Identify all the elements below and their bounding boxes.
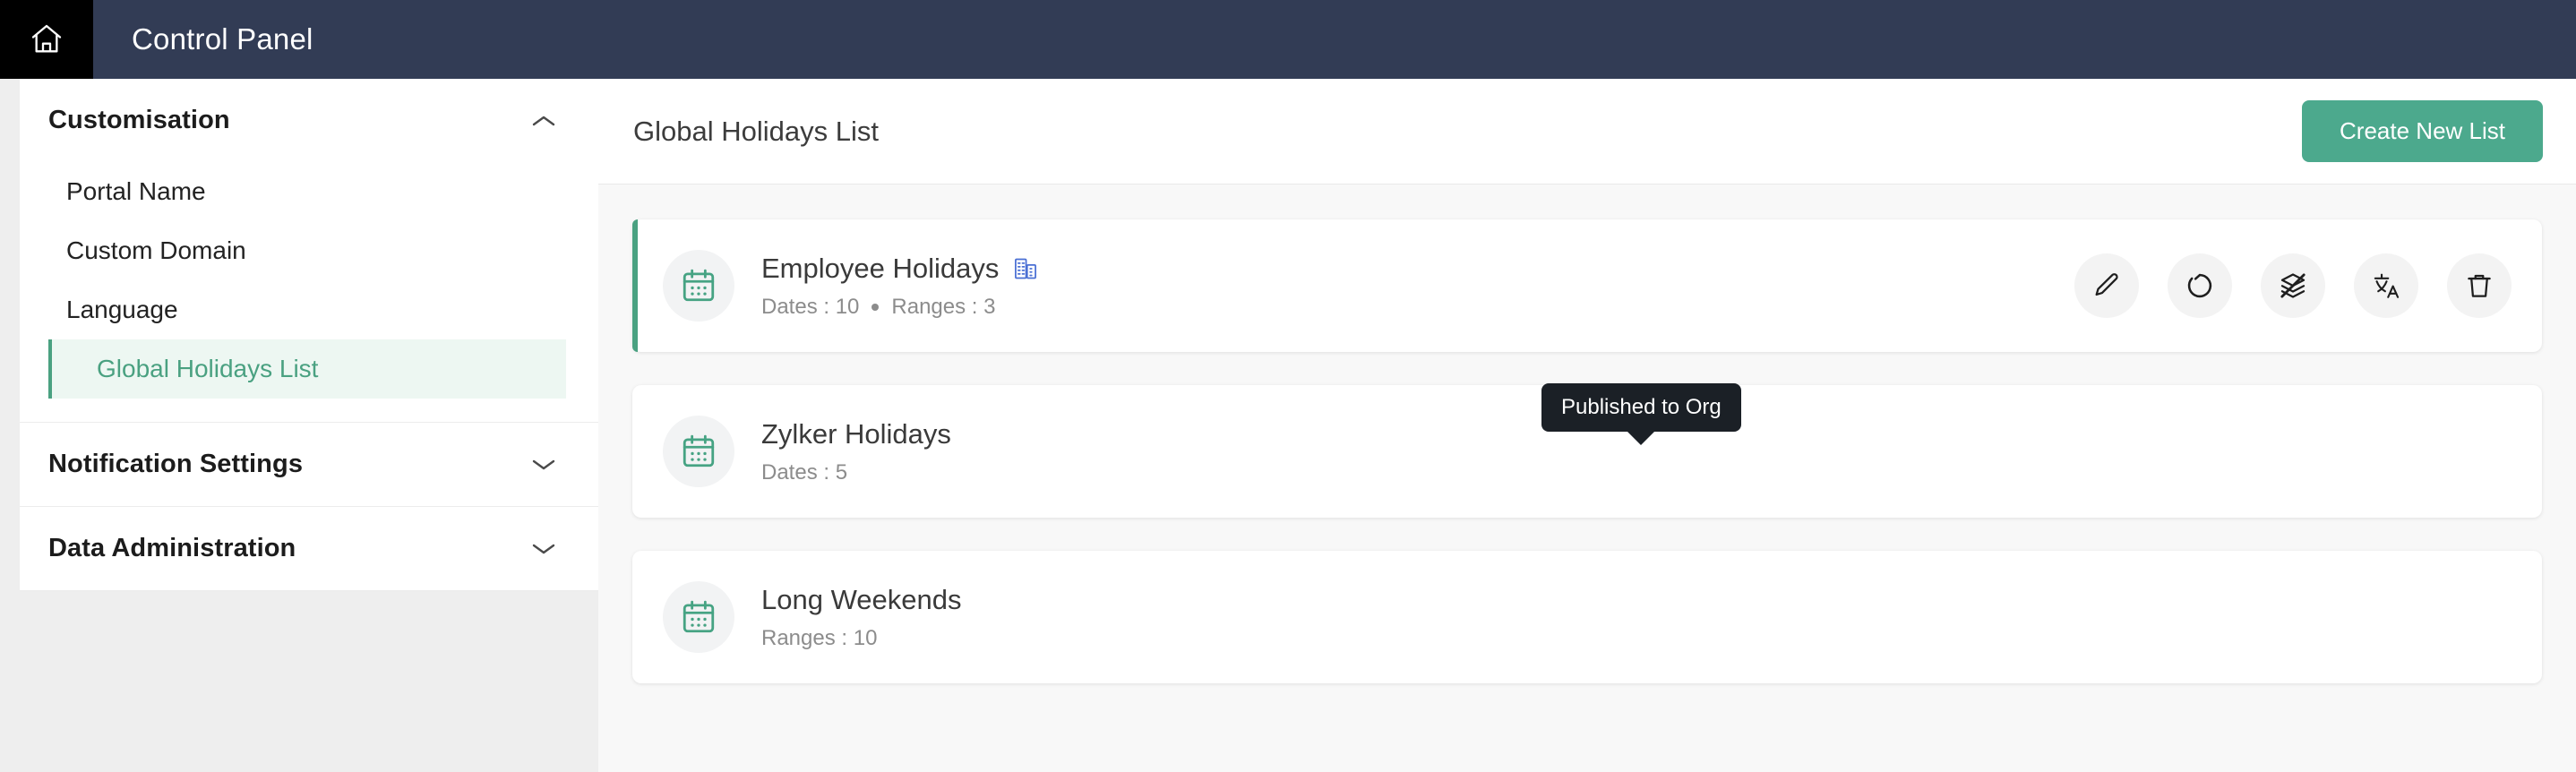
translate-button[interactable] xyxy=(2354,253,2418,318)
card-title: Employee Holidays xyxy=(761,252,1000,284)
calendar-icon xyxy=(663,416,734,487)
edit-button[interactable] xyxy=(2074,253,2139,318)
card-meta-dates: Dates : 10 xyxy=(761,294,860,319)
main-header: Global Holidays List Create New List xyxy=(598,79,2576,184)
sidebar-item-portal-name[interactable]: Portal Name xyxy=(20,162,598,221)
sidebar-section-header-customisation[interactable]: Customisation xyxy=(20,79,598,162)
sidebar-section-title: Data Administration xyxy=(48,534,296,562)
holiday-list-card[interactable]: Long Weekends Ranges : 10 xyxy=(632,551,2542,683)
meta-separator-dot xyxy=(872,303,880,311)
chevron-up-icon[interactable] xyxy=(530,113,557,129)
sidebar-item-language[interactable]: Language xyxy=(20,280,598,339)
card-text: Zylker Holidays Dates : 5 xyxy=(761,418,951,485)
card-title: Long Weekends xyxy=(761,583,962,615)
sidebar-item-list: Portal Name Custom Domain Language Globa… xyxy=(20,162,598,422)
card-meta: Ranges : 10 xyxy=(761,626,961,651)
sidebar-section-notification-settings: Notification Settings xyxy=(20,423,598,507)
delete-button[interactable] xyxy=(2447,253,2512,318)
sidebar-section-header-data-administration[interactable]: Data Administration xyxy=(20,507,598,590)
create-new-list-button[interactable]: Create New List xyxy=(2302,100,2543,162)
unpublish-button[interactable] xyxy=(2261,253,2325,318)
sidebar-section-data-administration: Data Administration xyxy=(20,507,598,591)
chevron-down-icon[interactable] xyxy=(530,457,557,473)
card-content: Employee Holidays Dates: 10 Ranges: 3 xyxy=(632,250,2074,322)
card-title-row: Long Weekends xyxy=(761,584,961,616)
card-text: Employee Holidays Dates: 10 Ranges: 3 xyxy=(761,253,1038,320)
card-content: Long Weekends Ranges : 10 xyxy=(632,581,2512,653)
app-title: Control Panel xyxy=(132,22,313,56)
sidebar-section-title: Notification Settings xyxy=(48,450,304,478)
card-meta: Dates : 5 xyxy=(761,460,951,485)
card-title: Zylker Holidays xyxy=(761,417,951,450)
home-icon xyxy=(29,21,64,57)
sidebar-item-custom-domain[interactable]: Custom Domain xyxy=(20,221,598,280)
published-tooltip: Published to Org xyxy=(1541,383,1741,432)
home-button[interactable] xyxy=(0,0,93,79)
card-meta-ranges: Ranges : 3 xyxy=(891,294,996,319)
top-bar: Control Panel xyxy=(0,0,2576,79)
card-text: Long Weekends Ranges : 10 xyxy=(761,584,961,651)
sidebar-section-customisation: Customisation Portal Name Custom Domain … xyxy=(20,79,598,423)
card-meta-ranges: Ranges : 10 xyxy=(761,625,878,650)
refresh-button[interactable] xyxy=(2168,253,2232,318)
sidebar: Customisation Portal Name Custom Domain … xyxy=(0,79,598,772)
holiday-list-area: Published to Org Employee Holidays Dates… xyxy=(598,184,2576,772)
sidebar-section-title: Customisation xyxy=(48,106,230,134)
card-meta: Dates : 10 Ranges : 3 xyxy=(761,295,1038,320)
chevron-down-icon[interactable] xyxy=(530,541,557,557)
sidebar-item-global-holidays-list[interactable]: Global Holidays List xyxy=(48,339,566,399)
holiday-list-card[interactable]: Employee Holidays Dates: 10 Ranges: 3 xyxy=(632,219,2542,352)
org-building-icon[interactable] xyxy=(1013,256,1038,281)
page-body: Customisation Portal Name Custom Domain … xyxy=(0,79,2576,772)
card-actions xyxy=(2074,253,2512,318)
calendar-icon xyxy=(663,581,734,653)
main-content: Global Holidays List Create New List Pub… xyxy=(598,79,2576,772)
page-title: Global Holidays List xyxy=(633,115,879,147)
calendar-icon xyxy=(663,250,734,322)
sidebar-section-header-notification-settings[interactable]: Notification Settings xyxy=(20,423,598,506)
card-title-row: Employee Holidays xyxy=(761,253,1038,285)
card-title-row: Zylker Holidays xyxy=(761,418,951,450)
card-meta-dates: Dates : 5 xyxy=(761,459,848,485)
